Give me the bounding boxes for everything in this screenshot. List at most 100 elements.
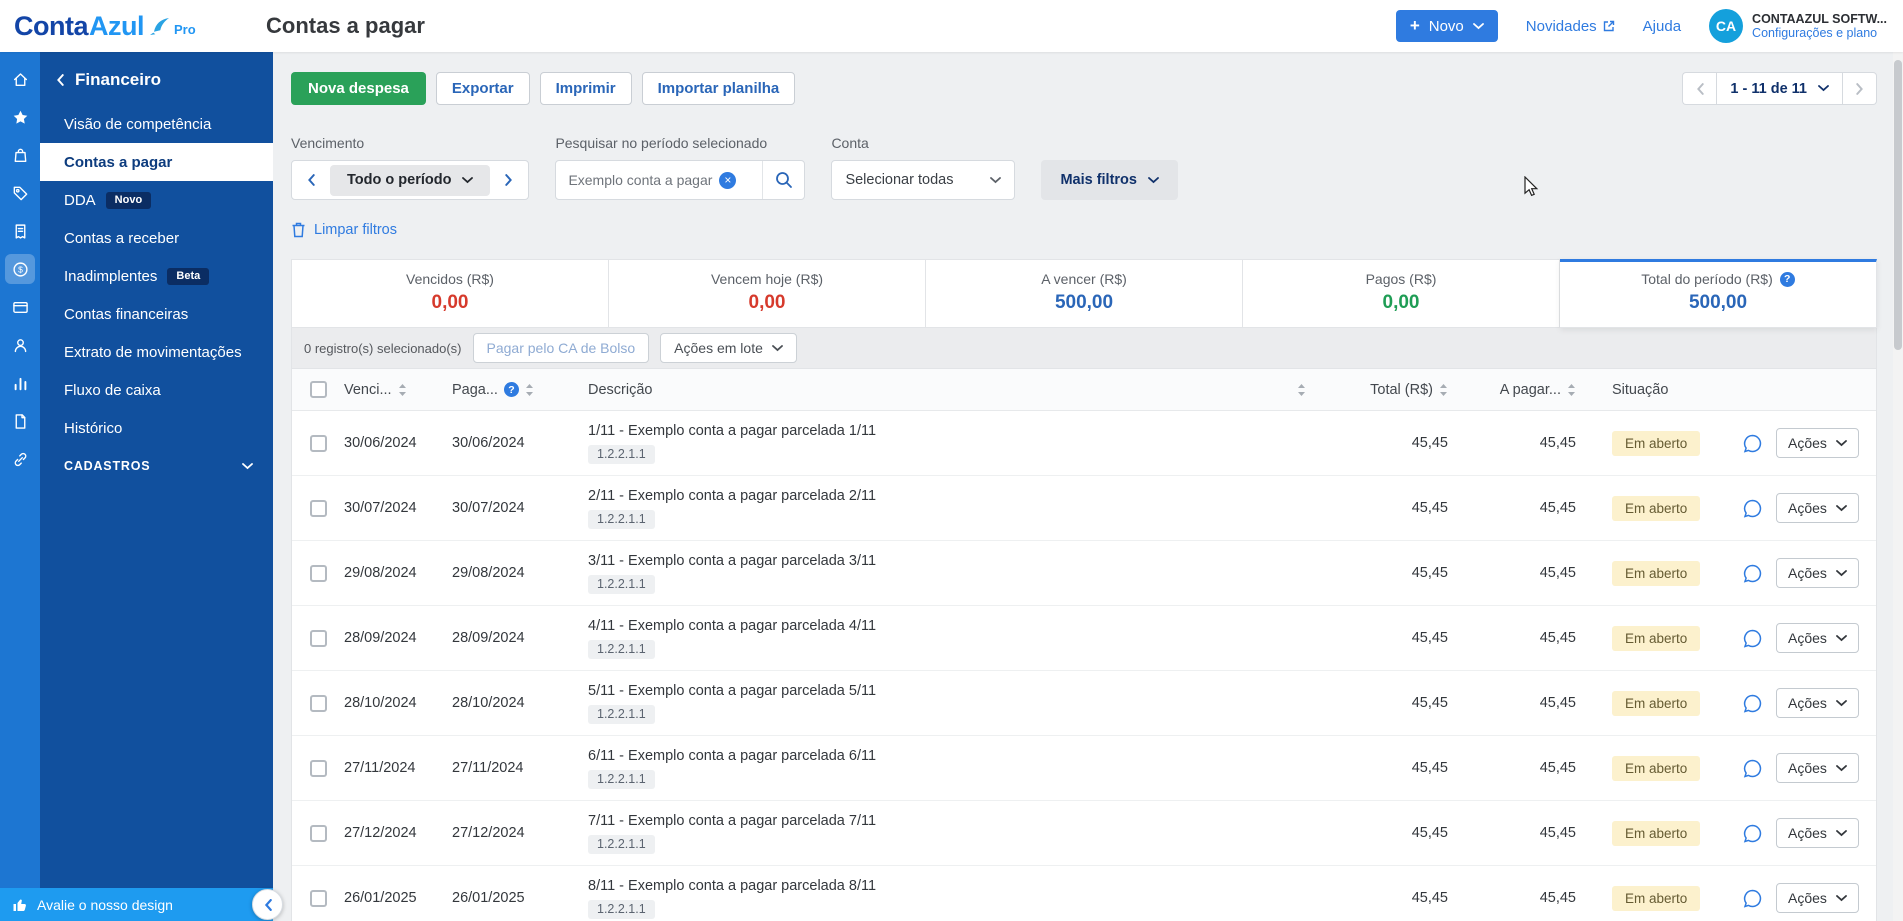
period-select[interactable]: Todo o período [330, 164, 491, 196]
shopping-bag-icon[interactable] [5, 140, 35, 170]
logo-text-azul: Azul [89, 10, 145, 41]
header-total[interactable]: Total (R$) [1320, 382, 1448, 398]
comment-icon[interactable] [1742, 888, 1763, 909]
acoes-button[interactable]: Ações [1776, 688, 1859, 718]
ajuda-link[interactable]: Ajuda [1643, 18, 1681, 35]
novidades-link[interactable]: Novidades [1526, 18, 1615, 35]
scrollbar-thumb[interactable] [1894, 60, 1902, 350]
help-icon[interactable]: ? [503, 382, 519, 397]
importar-planilha-button[interactable]: Importar planilha [641, 72, 796, 105]
integrations-icon[interactable] [5, 444, 35, 474]
comment-icon[interactable] [1742, 628, 1763, 649]
summary-card-1[interactable]: Vencem hoje (R$) ? 0,00 [609, 259, 926, 328]
sort-icon[interactable] [1567, 383, 1576, 397]
sidebar-item-4[interactable]: Inadimplentes Beta [40, 257, 273, 295]
sort-icon[interactable] [1297, 383, 1306, 397]
account-settings-link[interactable]: Configurações e plano [1752, 26, 1887, 40]
mais-filtros-button[interactable]: Mais filtros [1041, 160, 1178, 200]
finance-icon[interactable]: $ [5, 254, 35, 284]
sidebar-item-6[interactable]: Extrato de movimentações [40, 333, 273, 371]
pagination-next-button[interactable] [1843, 72, 1877, 105]
comment-icon[interactable] [1742, 823, 1763, 844]
summary-card-2[interactable]: A vencer (R$) ? 500,00 [926, 259, 1243, 328]
row-checkbox[interactable] [309, 629, 327, 647]
avatar[interactable]: CA [1709, 9, 1744, 43]
cadastros-label: CADASTROS [64, 459, 151, 473]
row-checkbox[interactable] [309, 694, 327, 712]
star-icon[interactable] [5, 102, 35, 132]
receipt-icon[interactable] [5, 216, 35, 246]
scrollbar[interactable] [1893, 52, 1903, 921]
comment-icon[interactable] [1742, 498, 1763, 519]
acoes-button[interactable]: Ações [1776, 493, 1859, 523]
nova-despesa-button[interactable]: Nova despesa [291, 72, 426, 105]
clients-icon[interactable] [5, 330, 35, 360]
pagination-prev-button[interactable] [1682, 72, 1717, 105]
comment-icon[interactable] [1742, 563, 1763, 584]
header-pagamento[interactable]: Paga... ? [452, 382, 588, 398]
row-checkbox[interactable] [309, 499, 327, 517]
sidebar-back-financeiro[interactable]: Financeiro [40, 60, 273, 105]
row-checkbox[interactable] [309, 434, 327, 452]
sidebar-item-3[interactable]: Contas a receber [40, 219, 273, 257]
limpar-filtros-button[interactable]: Limpar filtros [291, 222, 397, 238]
search-input[interactable] [556, 172, 720, 188]
row-vencimento: 26/01/2025 [344, 890, 417, 906]
sidebar-item-cadastros[interactable]: CADASTROS [40, 447, 273, 485]
acoes-button[interactable]: Ações [1776, 818, 1859, 848]
chevron-down-icon [1836, 439, 1847, 446]
help-icon[interactable]: ? [1779, 271, 1795, 287]
header-vencimento[interactable]: Venci... [344, 382, 452, 398]
sidebar-item-0[interactable]: Visão de competência [40, 105, 273, 143]
card-icon[interactable] [5, 292, 35, 322]
header-descricao[interactable]: Descrição [588, 382, 1320, 398]
sidebar-item-1[interactable]: Contas a pagar [40, 143, 273, 181]
sidebar-item-8[interactable]: Histórico [40, 409, 273, 447]
period-prev-button[interactable] [292, 161, 330, 199]
comment-icon[interactable] [1742, 433, 1763, 454]
novo-button[interactable]: + Novo [1395, 10, 1498, 42]
summary-card-0[interactable]: Vencidos (R$) ? 0,00 [291, 259, 609, 328]
design-feedback-banner[interactable]: Avalie o nosso design [0, 888, 273, 921]
reports-icon[interactable] [5, 368, 35, 398]
acoes-lote-button[interactable]: Ações em lote [660, 333, 797, 363]
clear-search-icon[interactable]: × [719, 171, 737, 189]
row-checkbox[interactable] [309, 759, 327, 777]
imprimir-button[interactable]: Imprimir [539, 72, 632, 105]
period-next-button[interactable] [490, 161, 528, 199]
summary-card-4[interactable]: Total do período (R$) ? 500,00 [1560, 259, 1877, 328]
acoes-button[interactable]: Ações [1776, 428, 1859, 458]
pagination-range-select[interactable]: 1 - 11 de 11 [1716, 72, 1843, 105]
search-button[interactable] [762, 161, 804, 199]
sort-icon[interactable] [1439, 383, 1448, 397]
sales-tag-icon[interactable] [5, 178, 35, 208]
sidebar-item-7[interactable]: Fluxo de caixa [40, 371, 273, 409]
header-a-pagar[interactable]: A pagar... [1448, 382, 1576, 398]
page-title: Contas a pagar [266, 13, 425, 38]
comment-icon[interactable] [1742, 693, 1763, 714]
row-checkbox[interactable] [309, 564, 327, 582]
account-menu[interactable]: CA CONTAAZUL SOFTW... Configurações e pl… [1709, 9, 1887, 43]
comment-icon[interactable] [1742, 758, 1763, 779]
acoes-button[interactable]: Ações [1776, 558, 1859, 588]
row-a-pagar: 45,45 [1539, 500, 1576, 516]
contaazul-logo[interactable]: Conta Azul Pro [0, 11, 252, 42]
row-checkbox[interactable] [309, 824, 327, 842]
row-pagamento: 28/09/2024 [452, 630, 525, 646]
sidebar-item-5[interactable]: Contas financeiras [40, 295, 273, 333]
sidebar-item-2[interactable]: DDA Novo [40, 181, 273, 219]
sidebar-collapse-button[interactable] [252, 889, 283, 920]
documents-icon[interactable] [5, 406, 35, 436]
exportar-button[interactable]: Exportar [435, 72, 530, 105]
summary-card-3[interactable]: Pagos (R$) ? 0,00 [1243, 259, 1560, 328]
home-icon[interactable] [5, 64, 35, 94]
conta-select[interactable]: Selecionar todas [831, 160, 1016, 200]
sort-icon[interactable] [525, 383, 534, 397]
select-all-checkbox[interactable] [309, 381, 327, 398]
row-checkbox[interactable] [309, 889, 327, 907]
acoes-button[interactable]: Ações [1776, 883, 1859, 913]
pagar-ca-bolso-button[interactable]: Pagar pelo CA de Bolso [472, 333, 650, 363]
sort-icon[interactable] [398, 383, 407, 397]
acoes-button[interactable]: Ações [1776, 753, 1859, 783]
acoes-button[interactable]: Ações [1776, 623, 1859, 653]
